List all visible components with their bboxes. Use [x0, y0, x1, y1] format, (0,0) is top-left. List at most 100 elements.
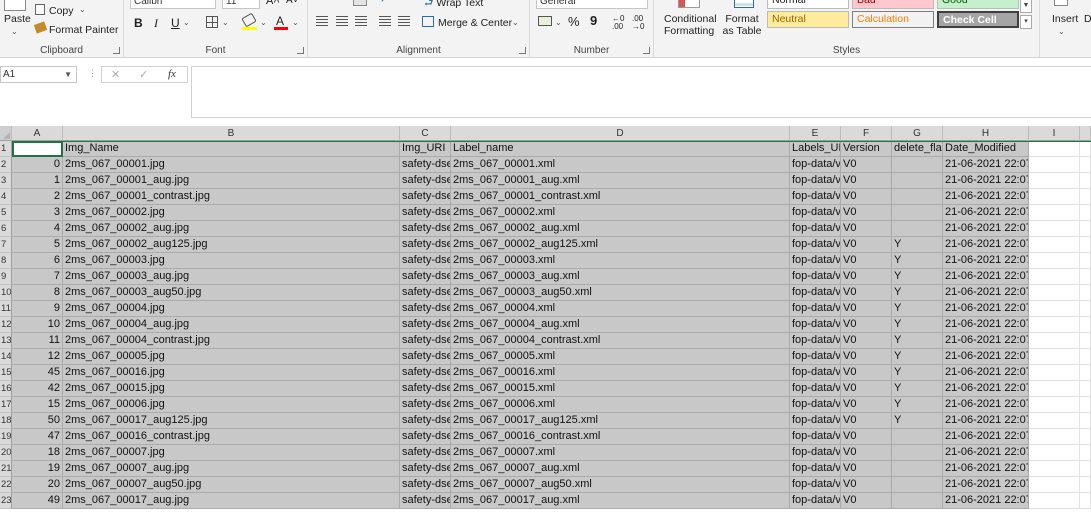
- cell-g[interactable]: Y: [892, 269, 943, 285]
- percent-style-icon[interactable]: %: [568, 14, 580, 29]
- cell-b[interactable]: 2ms_067_00001_contrast.jpg: [63, 189, 400, 205]
- row-header[interactable]: 18: [0, 413, 12, 429]
- cell-filler[interactable]: [1080, 173, 1091, 189]
- insert-function-icon[interactable]: fx: [168, 68, 176, 80]
- row-header[interactable]: 9: [0, 269, 12, 285]
- cell-a[interactable]: 5: [12, 237, 63, 253]
- cell-h[interactable]: 21-06-2021 22:07: [943, 253, 1029, 269]
- style-neutral[interactable]: Neutral: [767, 11, 849, 28]
- cell-h[interactable]: 21-06-2021 22:07: [943, 445, 1029, 461]
- cell-g[interactable]: [892, 221, 943, 237]
- align-center-icon[interactable]: [336, 16, 348, 26]
- cell-a[interactable]: 3: [12, 205, 63, 221]
- cell-a[interactable]: 45: [12, 365, 63, 381]
- merge-center-icon[interactable]: [422, 16, 434, 27]
- column-header-a[interactable]: A: [12, 126, 63, 141]
- paste-dropdown-icon[interactable]: ⌄: [11, 27, 18, 36]
- cell-e[interactable]: fop-data/v: [790, 173, 841, 189]
- cell-d[interactable]: 2ms_067_00003_aug50.xml: [451, 285, 790, 301]
- cell-a[interactable]: 19: [12, 461, 63, 477]
- style-calculation[interactable]: Calculation: [852, 11, 934, 28]
- cell-c[interactable]: safety-dse: [400, 205, 451, 221]
- comma-style-icon[interactable]: 9: [590, 13, 597, 28]
- cell-c[interactable]: safety-dse: [400, 381, 451, 397]
- format-painter-button[interactable]: Format Painter: [49, 24, 118, 36]
- cell-g[interactable]: [892, 445, 943, 461]
- cell-i[interactable]: [1029, 349, 1080, 365]
- cell-e[interactable]: fop-data/v: [790, 461, 841, 477]
- increase-indent-icon[interactable]: [398, 16, 410, 26]
- cell-a[interactable]: 47: [12, 429, 63, 445]
- cell-g[interactable]: [892, 429, 943, 445]
- cell-b[interactable]: 2ms_067_00004_aug.jpg: [63, 317, 400, 333]
- grow-font-icon[interactable]: A˄: [266, 0, 280, 7]
- cell-h[interactable]: 21-06-2021 22:07: [943, 365, 1029, 381]
- cell-d[interactable]: 2ms_067_00007_aug.xml: [451, 461, 790, 477]
- row-header[interactable]: 15: [0, 365, 12, 381]
- cell-e[interactable]: fop-data/v: [790, 301, 841, 317]
- paste-icon[interactable]: [4, 0, 26, 11]
- cell-i[interactable]: [1029, 317, 1080, 333]
- cell-c[interactable]: safety-dse: [400, 413, 451, 429]
- cell-h[interactable]: 21-06-2021 22:07: [943, 157, 1029, 173]
- cell-d[interactable]: Label_name: [451, 141, 790, 157]
- row-header[interactable]: 7: [0, 237, 12, 253]
- cell-i[interactable]: [1029, 301, 1080, 317]
- cell-e[interactable]: fop-data/v: [790, 365, 841, 381]
- cell-filler[interactable]: [1080, 317, 1091, 333]
- cell-g[interactable]: Y: [892, 301, 943, 317]
- cell-h[interactable]: 21-06-2021 22:07: [943, 237, 1029, 253]
- row-header[interactable]: 16: [0, 381, 12, 397]
- cell-f[interactable]: V0: [841, 285, 892, 301]
- cell-h[interactable]: 21-06-2021 22:07: [943, 493, 1029, 509]
- cell-filler[interactable]: [1080, 381, 1091, 397]
- row-header[interactable]: 10: [0, 285, 12, 301]
- cell-i[interactable]: [1029, 461, 1080, 477]
- cell-e[interactable]: fop-data/v: [790, 413, 841, 429]
- cell-a[interactable]: 4: [12, 221, 63, 237]
- cell-h[interactable]: 21-06-2021 22:07: [943, 413, 1029, 429]
- cell-f[interactable]: V0: [841, 221, 892, 237]
- cell-c[interactable]: safety-dse: [400, 397, 451, 413]
- cell-a[interactable]: 15: [12, 397, 63, 413]
- cell-e[interactable]: fop-data/v: [790, 333, 841, 349]
- cell-f[interactable]: V0: [841, 429, 892, 445]
- cell-a[interactable]: 0: [12, 157, 63, 173]
- cell-a[interactable]: [12, 141, 63, 157]
- cell-filler[interactable]: [1080, 157, 1091, 173]
- cell-d[interactable]: 2ms_067_00004.xml: [451, 301, 790, 317]
- cell-e[interactable]: fop-data/v: [790, 237, 841, 253]
- cell-filler[interactable]: [1080, 269, 1091, 285]
- cell-a[interactable]: 1: [12, 173, 63, 189]
- cell-filler[interactable]: [1080, 253, 1091, 269]
- cell-d[interactable]: 2ms_067_00003_aug.xml: [451, 269, 790, 285]
- cell-b[interactable]: 2ms_067_00015.jpg: [63, 381, 400, 397]
- align-left-icon[interactable]: [316, 16, 328, 26]
- cell-b[interactable]: 2ms_067_00017_aug.jpg: [63, 493, 400, 509]
- cell-b[interactable]: 2ms_067_00004_contrast.jpg: [63, 333, 400, 349]
- cell-g[interactable]: [892, 477, 943, 493]
- styles-more-icon[interactable]: ▾: [1020, 15, 1032, 29]
- borders-icon[interactable]: [206, 16, 218, 28]
- cell-g[interactable]: [892, 493, 943, 509]
- cell-e[interactable]: fop-data/v: [790, 205, 841, 221]
- cell-f[interactable]: V0: [841, 349, 892, 365]
- cell-f[interactable]: V0: [841, 381, 892, 397]
- column-header-d[interactable]: D: [451, 126, 790, 141]
- cell-f[interactable]: V0: [841, 461, 892, 477]
- shrink-font-icon[interactable]: A˅: [286, 0, 299, 6]
- column-header-i[interactable]: I: [1029, 126, 1080, 141]
- cell-filler[interactable]: [1080, 413, 1091, 429]
- cell-i[interactable]: [1029, 429, 1080, 445]
- cell-c[interactable]: Img_URI: [400, 141, 451, 157]
- cell-d[interactable]: 2ms_067_00004_contrast.xml: [451, 333, 790, 349]
- cell-c[interactable]: safety-dse: [400, 429, 451, 445]
- merge-center-button[interactable]: Merge & Center: [438, 17, 512, 29]
- cell-b[interactable]: 2ms_067_00016.jpg: [63, 365, 400, 381]
- cell-d[interactable]: 2ms_067_00017_aug125.xml: [451, 413, 790, 429]
- cell-i[interactable]: [1029, 157, 1080, 173]
- row-header[interactable]: 21: [0, 461, 12, 477]
- row-header[interactable]: 4: [0, 189, 12, 205]
- style-normal[interactable]: Normal: [767, 0, 849, 9]
- cell-g[interactable]: [892, 189, 943, 205]
